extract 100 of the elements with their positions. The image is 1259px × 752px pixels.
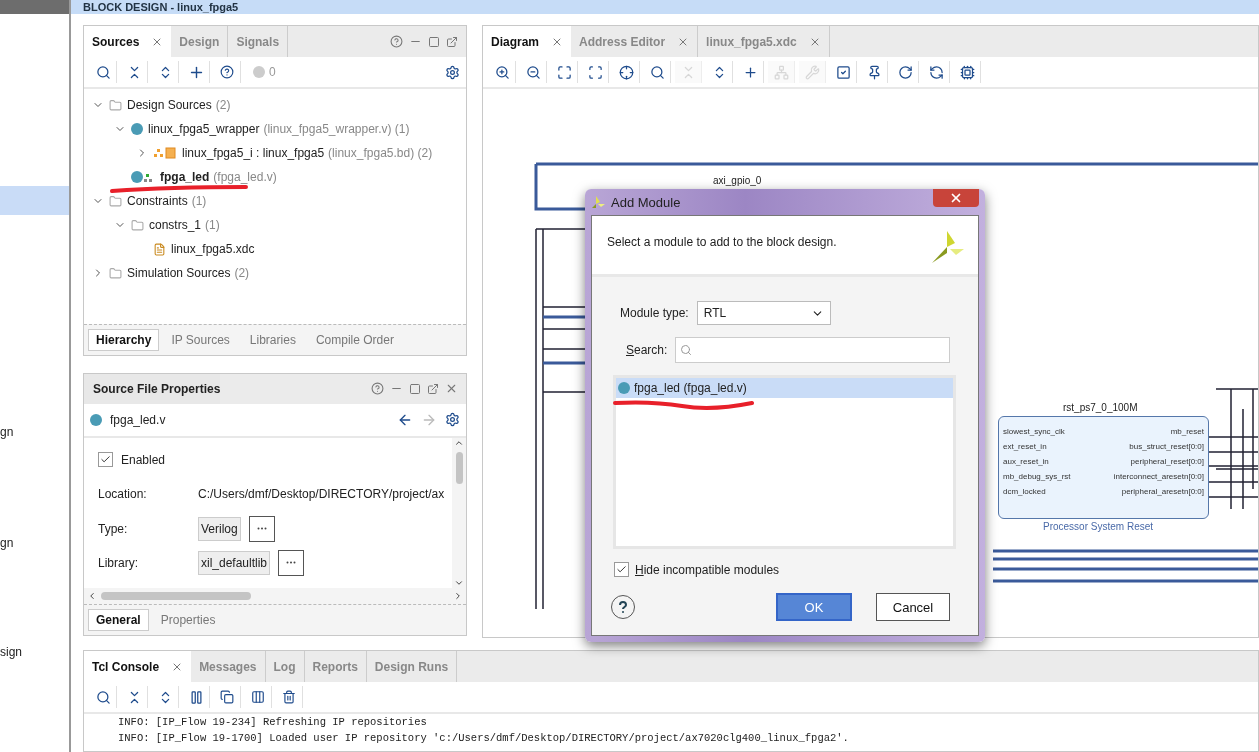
close-icon: [949, 191, 963, 205]
folder-icon: [109, 266, 122, 280]
tree-item[interactable]: linux_fpga5_wrapper (linux_fpga5_wrapper.v) (1): [148, 122, 410, 136]
port-label: peripheral_aresetn[0:0]: [1121, 486, 1204, 498]
module-icon: [131, 171, 155, 183]
port-label: peripheral_reset[0:0]: [1130, 456, 1204, 468]
tree-item[interactable]: Constraints (1): [127, 194, 207, 208]
checkmark-icon: [616, 564, 627, 575]
maximize-icon[interactable]: [428, 35, 440, 48]
help-icon[interactable]: [390, 35, 403, 48]
module-item[interactable]: fpga_led (fpga_led.v): [616, 378, 953, 398]
wrench-icon: [804, 64, 820, 80]
port-label: mb_reset: [1170, 426, 1204, 438]
console-line: INFO: [IP_Flow 19-234] Refreshing IP repositories: [118, 716, 428, 728]
sidebar-item[interactable]: gn: [0, 425, 69, 439]
scroll-down-icon[interactable]: [454, 578, 464, 588]
field-value: Verilog: [198, 516, 241, 541]
view-tab[interactable]: Properties: [152, 609, 224, 631]
port-label: bus_struct_reset[0:0]: [1129, 441, 1204, 453]
port-label: mb_debug_sys_rst: [1003, 471, 1071, 483]
app-logo-icon: [591, 195, 605, 209]
panel-tab[interactable]: Diagram: [483, 26, 572, 57]
tree-item[interactable]: linux_fpga5_i : linux_fpga5 (linux_fpga5.bd) (2): [182, 146, 433, 160]
ok-button[interactable]: OK: [776, 593, 852, 621]
view-tab[interactable]: Hierarchy: [88, 328, 160, 351]
close-button[interactable]: [933, 189, 979, 207]
plus-icon: [742, 64, 758, 80]
folder-icon: [131, 218, 144, 232]
module-type-dropdown[interactable]: RTL: [696, 301, 831, 325]
panel-tab[interactable]: Tcl Console: [84, 651, 192, 682]
ellipsis-icon: [256, 527, 267, 531]
float-icon[interactable]: [446, 35, 458, 48]
folder-icon: [109, 98, 122, 112]
cancel-button[interactable]: Cancel: [876, 593, 950, 621]
sidebar-item[interactable]: gn: [0, 536, 69, 550]
settings-icon[interactable]: [445, 64, 460, 80]
ellipsis-icon: [286, 561, 297, 565]
title-bar: [0, 0, 69, 14]
sidebar-item[interactable]: sign: [0, 645, 69, 659]
panel-tab[interactable]: Sources: [84, 26, 172, 57]
field-label: Search:: [626, 343, 668, 357]
port-label: slowest_sync_clk: [1003, 426, 1065, 438]
fit-view-icon: [556, 64, 572, 80]
view-tab[interactable]: Libraries: [241, 328, 304, 351]
port-label: interconnect_aresetn[0:0]: [1113, 471, 1204, 483]
port-label: dcm_locked: [1003, 486, 1046, 498]
port-label: aux_reset_in: [1003, 456, 1049, 468]
scrollbar-thumb[interactable]: [455, 451, 463, 484]
refresh-icon: [897, 64, 913, 80]
trash-icon[interactable]: [282, 690, 296, 704]
file-icon: [153, 242, 166, 256]
settings-icon[interactable]: [445, 412, 460, 428]
tree-item[interactable]: Design Sources (2): [127, 98, 231, 112]
float-icon[interactable]: [427, 382, 439, 395]
file-name: fpga_led.v: [110, 412, 166, 427]
question-mark-icon: [618, 601, 628, 613]
scroll-left-icon[interactable]: [87, 591, 97, 601]
chip-icon: [959, 64, 975, 80]
tree-item[interactable]: linux_fpga5.xdc: [171, 242, 255, 256]
status-dot-icon: [131, 123, 143, 135]
search-icon[interactable]: [95, 64, 111, 80]
help-icon[interactable]: [220, 65, 234, 79]
status-dot-icon: [618, 382, 630, 394]
columns-icon[interactable]: [251, 690, 265, 704]
status-dot-icon: [90, 413, 102, 426]
block-label: axi_gpio_0: [713, 175, 762, 186]
scrollbar-thumb[interactable]: [101, 592, 251, 600]
enabled-checkbox[interactable]: [98, 452, 113, 468]
field-label: Module type:: [620, 306, 689, 320]
header-title: BLOCK DESIGN - linux_fpga5: [71, 0, 1259, 14]
pin-icon: [866, 64, 882, 80]
pause-icon[interactable]: [188, 689, 204, 705]
warning-icon: [253, 66, 265, 78]
field-label: Location:: [98, 486, 148, 501]
zoom-in-icon: [494, 64, 510, 80]
scroll-right-icon[interactable]: [453, 591, 463, 601]
hide-incompatible-checkbox[interactable]: [614, 562, 629, 577]
ip-block[interactable]: slowest_sync_clk ext_reset_in aux_reset_in mb_debug_sys_rst dcm_locked mb_reset bus_struct_reset[0:0] peripheral_reset[0:0] interconnect_aresetn[0:0] peripheral_aresetn[0:0]: [998, 416, 1209, 519]
view-tab[interactable]: General: [88, 609, 149, 631]
field-label: Type:: [98, 521, 129, 536]
browse-button[interactable]: [278, 549, 305, 576]
tree-item[interactable]: Simulation Sources (2): [127, 266, 250, 280]
zoom-out-icon: [525, 64, 541, 80]
hierarchy-icon: [773, 64, 789, 80]
search-icon[interactable]: [95, 689, 111, 705]
checkbox-label: Enabled: [121, 452, 166, 467]
browse-button[interactable]: [248, 515, 275, 542]
search-field[interactable]: [675, 337, 950, 363]
tree-item[interactable]: fpga_led (fpga_led.v): [160, 170, 277, 184]
maximize-icon[interactable]: [409, 382, 421, 395]
view-tab[interactable]: Compile Order: [307, 328, 402, 351]
field-value: C:/Users/dmf/Desktop/DIRECTORY/project/ax: [198, 486, 445, 501]
dialog-title: Add Module: [611, 194, 681, 210]
copy-icon[interactable]: [220, 690, 234, 704]
tree-item[interactable]: constrs_1 (1): [149, 218, 220, 232]
folder-icon: [109, 194, 122, 208]
help-icon[interactable]: [371, 382, 384, 396]
view-tab[interactable]: IP Sources: [163, 328, 238, 351]
block-label: rst_ps7_0_100M: [1063, 402, 1138, 413]
regenerate-icon: [928, 64, 944, 80]
